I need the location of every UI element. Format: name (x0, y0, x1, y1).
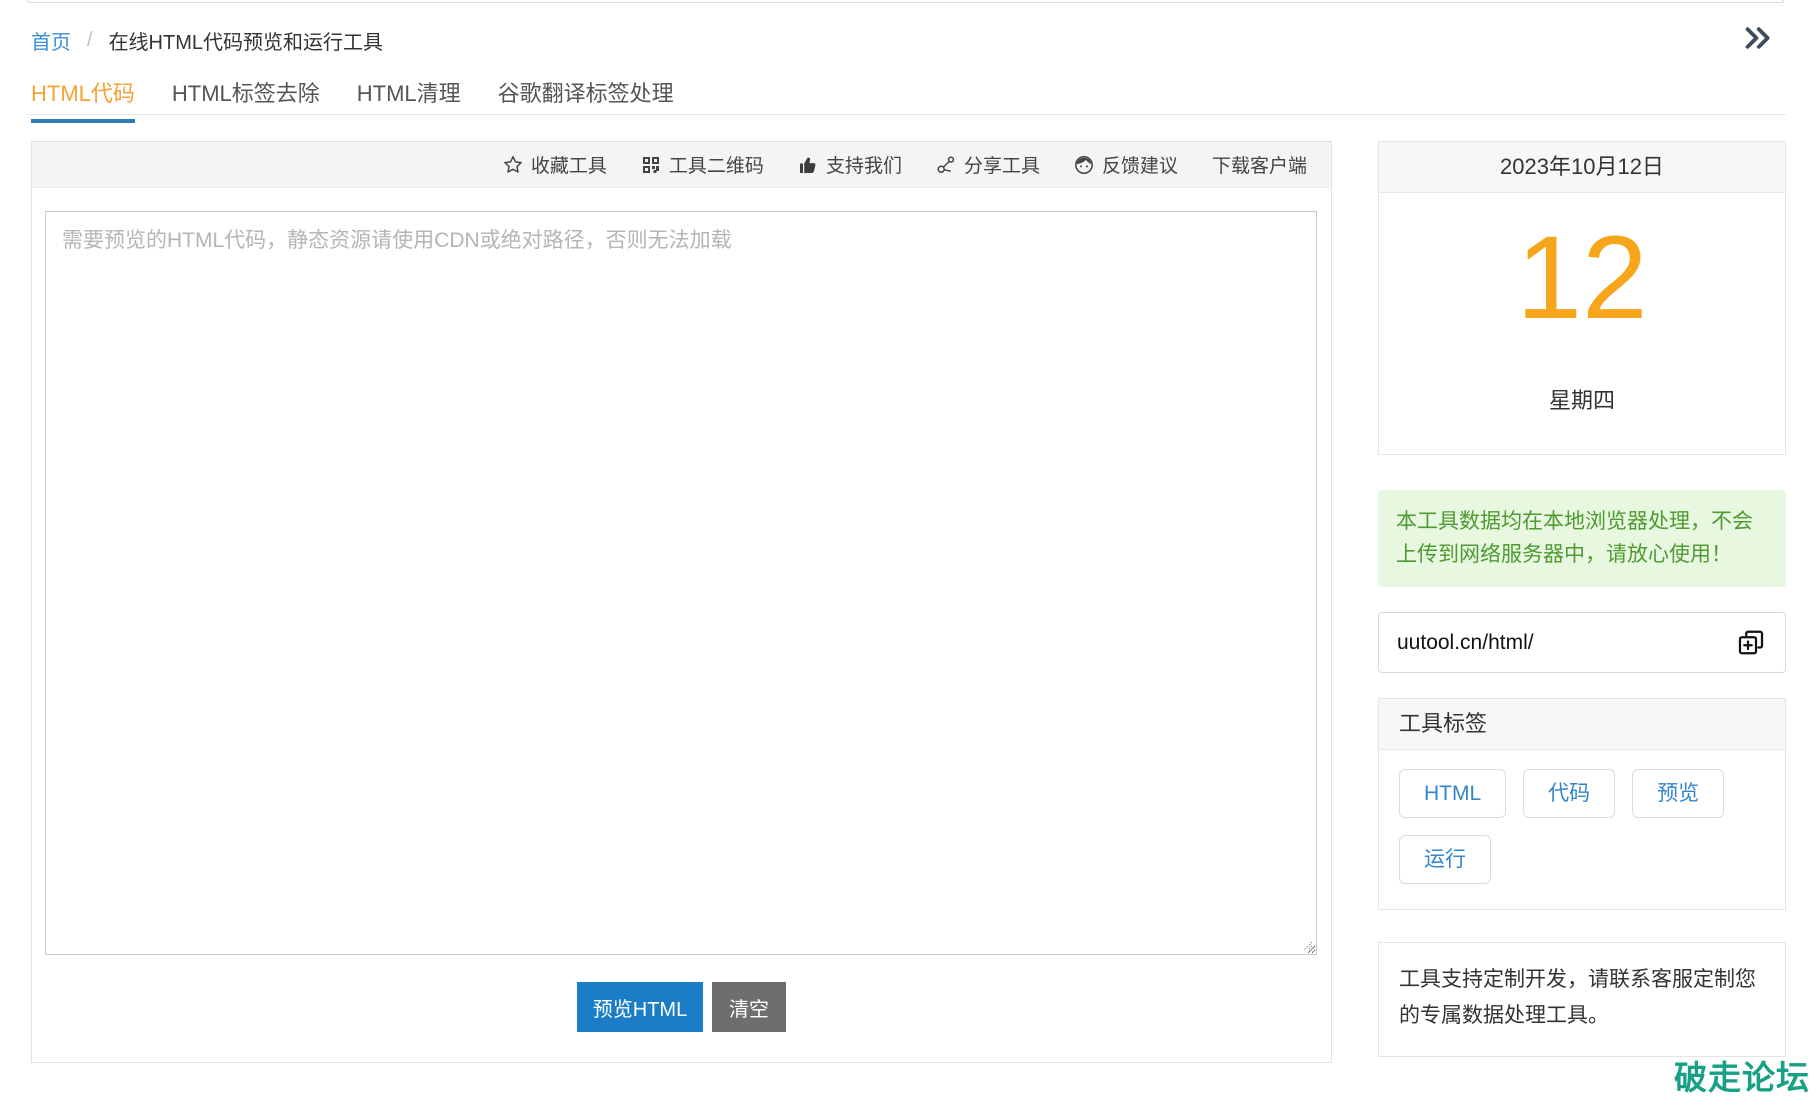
feedback-label: 反馈建议 (1102, 151, 1178, 178)
collapse-sidebar-button[interactable] (1742, 22, 1774, 54)
privacy-notice: 本工具数据均在本地浏览器处理，不会上传到网络服务器中，请放心使用！ (1378, 490, 1786, 587)
favorite-tool-button[interactable]: 收藏工具 (503, 151, 607, 178)
custom-dev-card: 工具支持定制开发，请联系客服定制您的专属数据处理工具。 (1378, 942, 1786, 1057)
tag-preview[interactable]: 预览 (1632, 769, 1724, 818)
breadcrumb: 首页 / 在线HTML代码预览和运行工具 (31, 26, 383, 55)
main-panel: 收藏工具 工具二维码 支持我们 (31, 141, 1332, 1063)
copy-icon (1736, 628, 1766, 658)
download-client-button[interactable]: 下载客户端 (1212, 151, 1307, 178)
tab-html-code[interactable]: HTML代码 (31, 76, 135, 123)
share-tool-button[interactable]: 分享工具 (936, 151, 1040, 178)
html-code-input[interactable] (45, 211, 1317, 955)
breadcrumb-separator: / (87, 29, 93, 52)
tool-url-box: uutool.cn/html/ (1378, 612, 1786, 673)
tool-qrcode-button[interactable]: 工具二维码 (641, 151, 764, 178)
preview-html-button[interactable]: 预览HTML (577, 982, 703, 1032)
tag-code[interactable]: 代码 (1523, 769, 1615, 818)
calendar-card: 2023年10月12日 12 星期四 (1378, 141, 1786, 455)
download-client-label: 下载客户端 (1212, 151, 1307, 178)
calendar-date: 2023年10月12日 (1379, 142, 1785, 193)
tab-html-strip[interactable]: HTML标签去除 (172, 76, 320, 123)
tabs-divider (27, 114, 1786, 115)
page-title: 在线HTML代码预览和运行工具 (109, 26, 383, 55)
feedback-icon (1074, 155, 1094, 175)
support-us-label: 支持我们 (826, 151, 902, 178)
tool-tags-list: HTML 代码 预览 运行 (1379, 750, 1785, 903)
tab-html-clean[interactable]: HTML清理 (357, 76, 461, 123)
share-tool-label: 分享工具 (964, 151, 1040, 178)
double-chevron-right-icon (1742, 22, 1774, 54)
calendar-weekday: 星期四 (1379, 383, 1785, 415)
share-icon (936, 155, 956, 175)
breadcrumb-home-link[interactable]: 首页 (31, 26, 71, 55)
forum-watermark: 破走论坛 (1674, 1051, 1810, 1096)
tool-tags-card: 工具标签 HTML 代码 预览 运行 (1378, 698, 1786, 910)
tool-actions-bar: 收藏工具 工具二维码 支持我们 (32, 142, 1331, 188)
thumbs-up-icon (798, 155, 818, 175)
scrolled-header-edge (27, 0, 1784, 3)
tool-qrcode-label: 工具二维码 (669, 151, 764, 178)
tool-tabs: HTML代码 HTML标签去除 HTML清理 谷歌翻译标签处理 (31, 76, 674, 123)
tool-url-text: uutool.cn/html/ (1397, 631, 1534, 655)
star-icon (503, 155, 523, 175)
tab-google-translate-tags[interactable]: 谷歌翻译标签处理 (498, 76, 674, 123)
support-us-button[interactable]: 支持我们 (798, 151, 902, 178)
editor-actions: 预览HTML 清空 (32, 982, 1331, 1032)
qrcode-icon (641, 155, 661, 175)
favorite-tool-label: 收藏工具 (531, 151, 607, 178)
clear-button[interactable]: 清空 (712, 982, 786, 1032)
tag-html[interactable]: HTML (1399, 769, 1506, 818)
copy-url-button[interactable] (1735, 627, 1767, 659)
tag-run[interactable]: 运行 (1399, 835, 1491, 884)
feedback-button[interactable]: 反馈建议 (1074, 151, 1178, 178)
calendar-day-number: 12 (1379, 219, 1785, 337)
tool-tags-title: 工具标签 (1379, 699, 1785, 750)
